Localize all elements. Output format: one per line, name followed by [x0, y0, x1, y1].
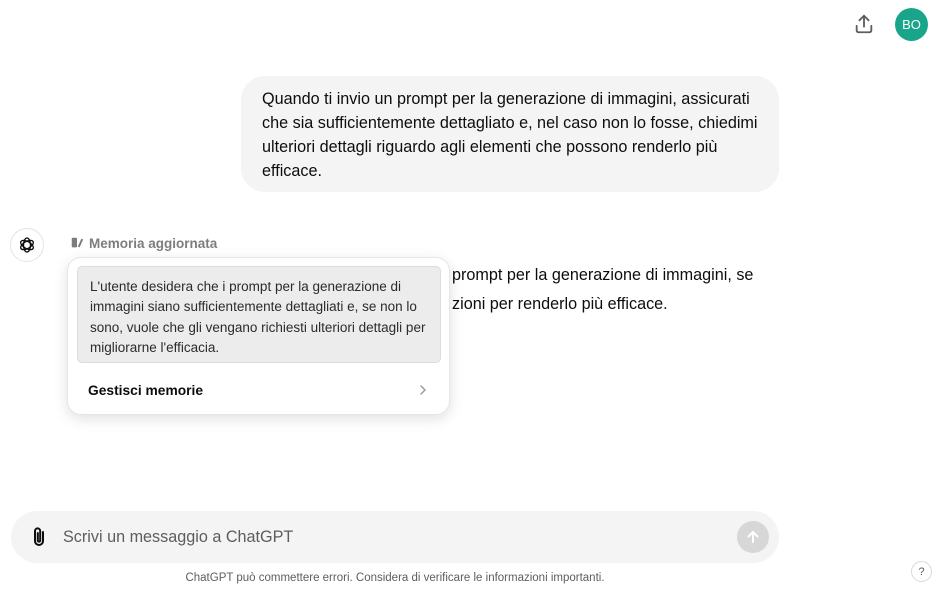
- memory-updated-toggle[interactable]: Memoria aggiornata: [70, 234, 217, 252]
- chatgpt-logo-icon: [20, 237, 34, 253]
- chevron-right-icon: [420, 385, 426, 395]
- manage-memories-label: Gestisci memorie: [88, 382, 204, 398]
- paperclip-icon: [34, 527, 44, 546]
- disclaimer-text: ChatGPT può commettere errori. Considera…: [185, 572, 605, 584]
- memory-edit-icon: [71, 237, 84, 248]
- message-composer: [11, 511, 779, 563]
- memory-popup: L'utente desidera che i prompt per la ge…: [67, 257, 450, 415]
- share-upload-icon: [855, 14, 873, 34]
- arrow-up-icon: [747, 531, 759, 543]
- user-avatar[interactable]: BO: [895, 8, 928, 41]
- share-button[interactable]: [851, 11, 877, 37]
- attach-button[interactable]: [27, 524, 51, 550]
- send-button[interactable]: [737, 521, 769, 553]
- help-button[interactable]: ?: [911, 561, 932, 582]
- memory-updated-label: Memoria aggiornata: [89, 235, 218, 251]
- memory-entry: L'utente desidera che i prompt per la ge…: [77, 266, 441, 363]
- message-input[interactable]: [63, 524, 723, 550]
- manage-memories-button[interactable]: Gestisci memorie: [68, 376, 449, 404]
- assistant-avatar: [10, 228, 44, 262]
- user-message-bubble: Quando ti invio un prompt per la generaz…: [241, 76, 779, 192]
